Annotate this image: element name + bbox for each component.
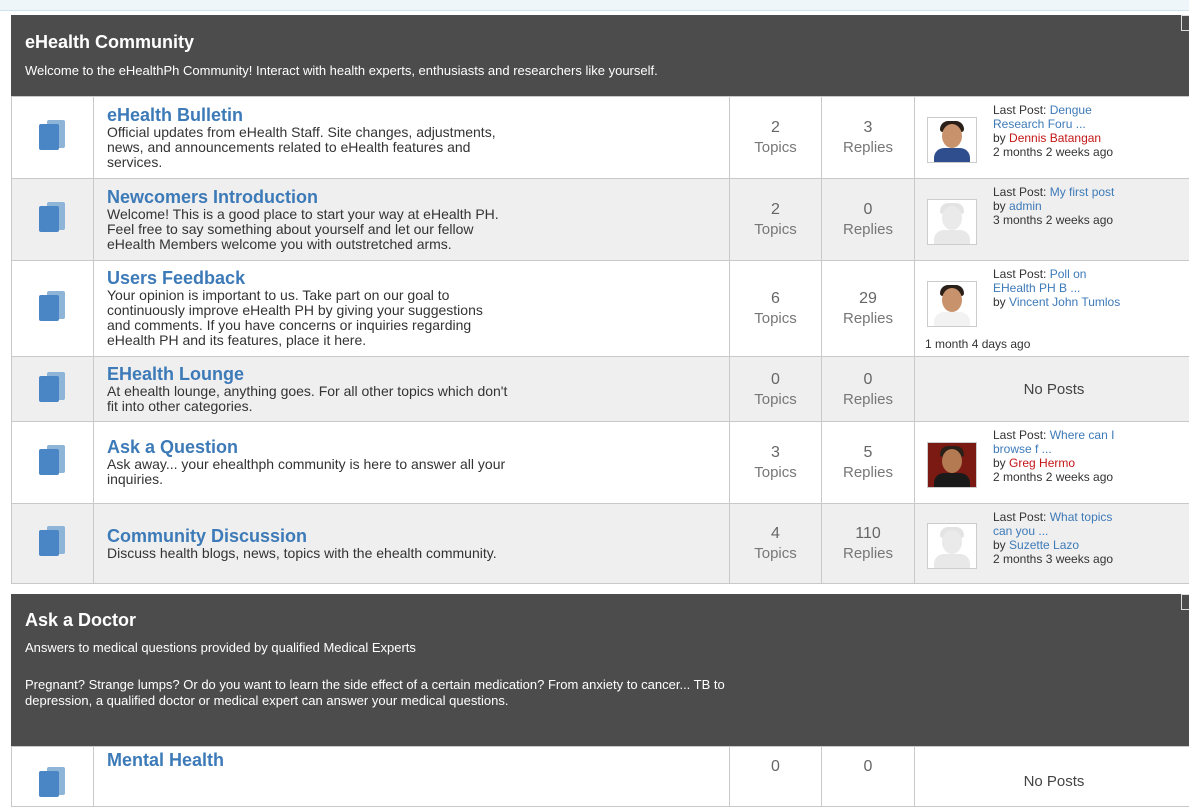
- last-post-link-cont[interactable]: EHealth PH B ...: [993, 281, 1159, 295]
- forum-description: At ehealth lounge, anything goes. For al…: [107, 384, 729, 414]
- topics-label: Topics: [730, 220, 821, 239]
- topics-label: Topics: [730, 138, 821, 157]
- topics-count: 0: [730, 757, 821, 777]
- forum-title-link[interactable]: Community Discussion: [107, 527, 729, 546]
- forum-title-link[interactable]: EHealth Lounge: [107, 365, 729, 384]
- forum-folder-icon: [39, 372, 67, 402]
- forum-title-link[interactable]: Mental Health: [107, 751, 729, 770]
- replies-count: 0: [822, 200, 914, 220]
- forum-description: Welcome! This is a good place to start y…: [107, 207, 729, 252]
- last-post-link[interactable]: Where can I: [1050, 428, 1115, 442]
- no-posts: No Posts: [915, 747, 1189, 807]
- last-post-time: 2 months 2 weeks ago: [993, 470, 1114, 484]
- forum-folder-icon: [39, 526, 67, 556]
- topics-count: 3: [730, 443, 821, 463]
- last-post-time: 1 month 4 days ago: [925, 337, 1030, 351]
- collapse-toggle-icon[interactable]: [1181, 594, 1189, 610]
- topics-count: 4: [730, 524, 821, 544]
- forum-row-ehealth-lounge: EHealth Lounge At ehealth lounge, anythi…: [12, 357, 1189, 422]
- topics-count: 2: [730, 200, 821, 220]
- replies-label: Replies: [822, 544, 914, 563]
- last-post: Last Post: Where can I browse f ... by G…: [915, 422, 1189, 503]
- topics-count: 2: [730, 118, 821, 138]
- no-posts: No Posts: [915, 357, 1189, 422]
- avatar[interactable]: [927, 117, 977, 163]
- category-description-extra: Pregnant? Strange lumps? Or do you want …: [25, 677, 725, 709]
- last-post: Last Post: My first post by admin 3 mont…: [915, 179, 1189, 260]
- forum-title-link[interactable]: Users Feedback: [107, 269, 729, 288]
- last-post-time: 2 months 2 weeks ago: [993, 145, 1113, 159]
- forum-folder-icon: [39, 445, 67, 475]
- last-post-user[interactable]: Suzette Lazo: [1009, 538, 1079, 552]
- forum-folder-icon: [39, 120, 67, 150]
- forum-row-users-feedback: Users Feedback Your opinion is important…: [12, 261, 1189, 357]
- replies-count: 0: [822, 757, 914, 777]
- category-title[interactable]: eHealth Community: [25, 32, 194, 53]
- forum-title-link[interactable]: eHealth Bulletin: [107, 106, 729, 125]
- topics-label: Topics: [730, 544, 821, 563]
- last-post: Last Post: What topics can you ... by Su…: [915, 504, 1189, 583]
- forum-description: Discuss health blogs, news, topics with …: [107, 546, 729, 561]
- last-post-link[interactable]: My first post: [1050, 185, 1115, 199]
- last-post-time: 3 months 2 weeks ago: [993, 213, 1114, 227]
- last-post-link-cont[interactable]: Research Foru ...: [993, 117, 1113, 131]
- replies-label: Replies: [822, 463, 914, 482]
- collapse-toggle-icon[interactable]: [1181, 15, 1189, 31]
- last-post: Last Post: Poll on EHealth PH B ... by V…: [915, 261, 1189, 356]
- forum-title-link[interactable]: Newcomers Introduction: [107, 188, 729, 207]
- forum-table-ehealth-community: eHealth Bulletin Official updates from e…: [11, 96, 1189, 584]
- topics-label: Topics: [730, 463, 821, 482]
- replies-count: 3: [822, 118, 914, 138]
- top-strip: [0, 0, 1189, 11]
- forum-description: Official updates from eHealth Staff. Sit…: [107, 125, 729, 170]
- replies-label: Replies: [822, 390, 914, 409]
- avatar-placeholder[interactable]: [927, 523, 977, 569]
- forum-description: Ask away... your ehealthph community is …: [107, 457, 729, 487]
- avatar-placeholder[interactable]: [927, 199, 977, 245]
- replies-count: 0: [822, 370, 914, 390]
- forum-folder-icon: [39, 202, 67, 232]
- forum-title-link[interactable]: Ask a Question: [107, 438, 729, 457]
- topics-count: 6: [730, 289, 821, 309]
- forum-description: Your opinion is important to us. Take pa…: [107, 288, 729, 348]
- forum-row-mental-health: Mental Health 0 0 No Posts: [12, 747, 1189, 807]
- forum-row-ehealth-bulletin: eHealth Bulletin Official updates from e…: [12, 97, 1189, 179]
- replies-label: Replies: [822, 138, 914, 157]
- forum-row-newcomers-introduction: Newcomers Introduction Welcome! This is …: [12, 179, 1189, 261]
- category-title[interactable]: Ask a Doctor: [25, 610, 136, 631]
- forum-row-ask-a-question: Ask a Question Ask away... your ehealthp…: [12, 422, 1189, 504]
- last-post-user[interactable]: Dennis Batangan: [1009, 131, 1101, 145]
- replies-count: 5: [822, 443, 914, 463]
- forum-table-ask-a-doctor: Mental Health 0 0 No Posts: [11, 746, 1189, 807]
- replies-label: Replies: [822, 309, 914, 328]
- forum-folder-icon: [39, 767, 67, 797]
- topics-label: Topics: [730, 390, 821, 409]
- last-post-link[interactable]: Poll on: [1050, 267, 1087, 281]
- replies-label: Replies: [822, 220, 914, 239]
- category-description: Answers to medical questions provided by…: [25, 640, 416, 655]
- forum-folder-icon: [39, 291, 67, 321]
- category-header-ask-a-doctor: Ask a Doctor Answers to medical question…: [11, 594, 1189, 746]
- last-post-user[interactable]: Greg Hermo: [1009, 456, 1075, 470]
- category-header-ehealth-community: eHealth Community Welcome to the eHealth…: [11, 15, 1189, 96]
- last-post: Last Post: Dengue Research Foru ... by D…: [915, 97, 1189, 178]
- last-post-time: 2 months 3 weeks ago: [993, 552, 1113, 566]
- category-description: Welcome to the eHealthPh Community! Inte…: [25, 63, 658, 78]
- last-post-user[interactable]: admin: [1009, 199, 1042, 213]
- last-post-link-cont[interactable]: browse f ...: [993, 442, 1114, 456]
- topics-label: Topics: [730, 309, 821, 328]
- last-post-link[interactable]: Dengue: [1050, 103, 1092, 117]
- replies-count: 110: [822, 524, 914, 544]
- last-post-link-cont[interactable]: can you ...: [993, 524, 1113, 538]
- last-post-link[interactable]: What topics: [1050, 510, 1113, 524]
- avatar[interactable]: [927, 442, 977, 488]
- replies-count: 29: [822, 289, 914, 309]
- avatar[interactable]: [927, 281, 977, 327]
- topics-count: 0: [730, 370, 821, 390]
- last-post-user[interactable]: Vincent John Tumlos: [1009, 295, 1159, 309]
- forum-row-community-discussion: Community Discussion Discuss health blog…: [12, 504, 1189, 584]
